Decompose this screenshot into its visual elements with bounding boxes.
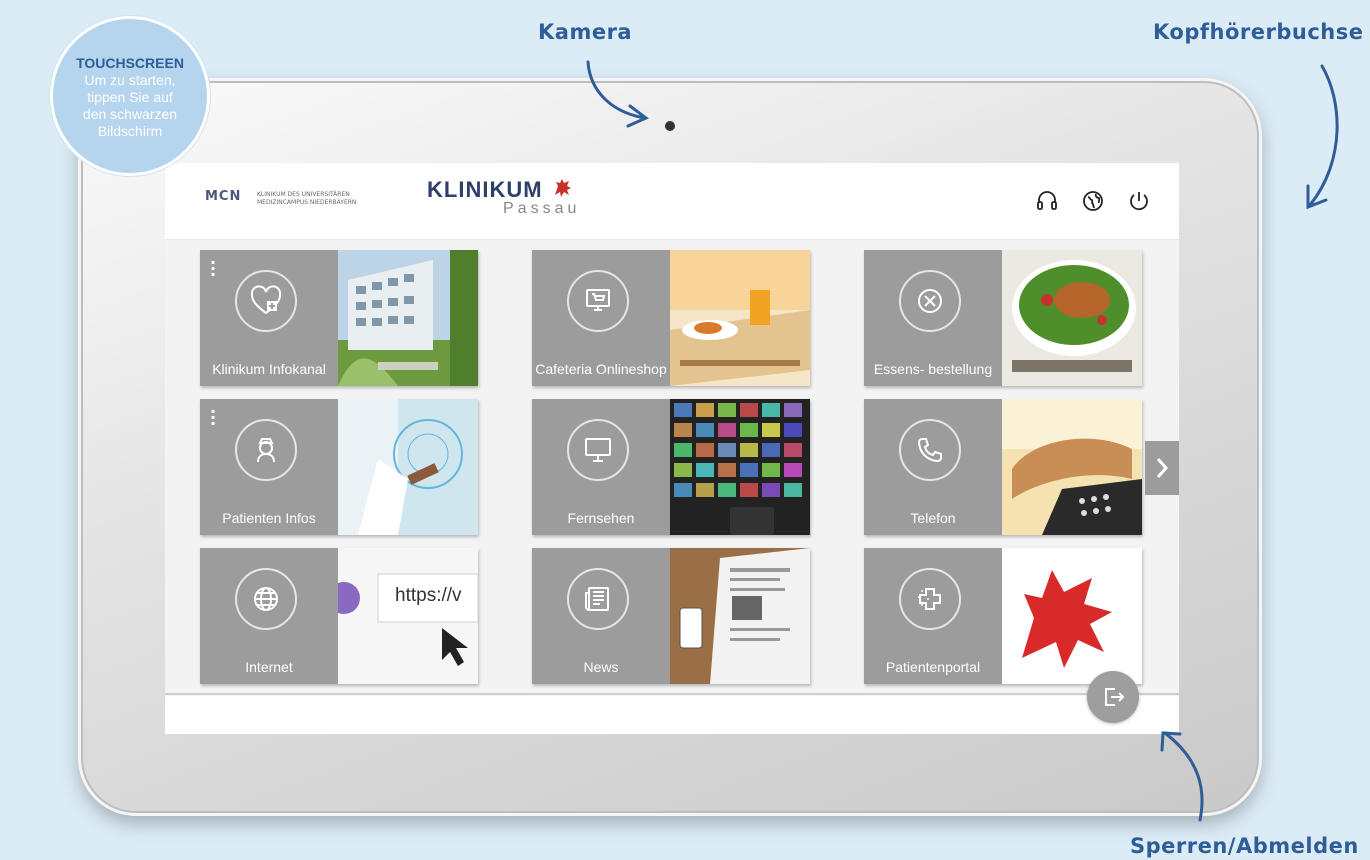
globe-icon[interactable] [1081,189,1105,213]
tile-label: Telefon [910,510,956,526]
mcn-logo-text: KLINIKUM DES UNIVERSITÄREN MEDIZINCAMPUS… [257,191,357,206]
touchscreen-hint-text: Um zu starten, tippen Sie auf den schwar… [82,72,178,139]
tile-fernsehen[interactable]: Fernsehen [532,399,810,535]
chevron-right-icon [1156,458,1169,478]
heart-plus-icon [235,270,297,332]
lion-crest-image [1002,548,1142,684]
touchscreen-hint-bubble: TOUCHSCREEN Um zu starten, tippen Sie au… [50,16,210,176]
tile-menu-icon[interactable]: · · · [210,404,216,432]
newspaper-icon [567,568,629,630]
hospital-building-image [338,250,478,386]
logout-icon [1105,688,1125,706]
salad-image [1002,250,1142,386]
klinikum-passau-logo: KLINIKUM Passau [427,177,580,218]
doctor-digital-image [338,399,478,535]
tile-internet[interactable]: Internet https://v [200,548,478,684]
medical-cross-icon [899,568,961,630]
headphone-jack-callout-label: Kopfhörerbuchse [1153,20,1364,44]
tile-telefon[interactable]: Telefon [864,399,1142,535]
tile-label: Cafeteria Onlineshop [535,361,667,377]
globe-icon [235,568,297,630]
tile-label: News [583,659,619,675]
bottom-divider [165,693,1179,695]
lock-logout-callout-label: Sperren/Abmelden [1130,834,1359,858]
tile-menu-icon[interactable]: · · · [210,255,216,283]
tile-label: Patientenportal [885,659,981,675]
tile-news[interactable]: News [532,548,810,684]
next-page-button[interactable] [1145,441,1179,495]
tablet-screen: MCN KLINIKUM DES UNIVERSITÄREN MEDIZINCA… [165,163,1179,734]
phone-icon [899,419,961,481]
tile-patientenportal[interactable]: Patientenportal [864,548,1142,684]
headphones-icon[interactable] [1035,189,1059,213]
breakfast-image [670,250,810,386]
tile-label: Klinikum Infokanal [212,361,326,377]
top-icon-bar [1035,189,1151,213]
top-bar: MCN KLINIKUM DES UNIVERSITÄREN MEDIZINCA… [165,163,1179,240]
tile-label: Patienten Infos [222,510,316,526]
cart-screen-icon [567,270,629,332]
tile-essensbestellung[interactable]: Essens- bestellung [864,250,1142,386]
browser-url-image: https://v [338,548,478,684]
camera-lens [665,121,675,131]
tv-channels-image [670,399,810,535]
power-icon[interactable] [1127,189,1151,213]
logout-button[interactable] [1087,671,1139,723]
monitor-icon [567,419,629,481]
tile-label: Internet [245,659,293,675]
fork-knife-icon [899,270,961,332]
mcn-mark: MCN [205,189,242,204]
tile-patienten-infos[interactable]: · · · Patienten Infos [200,399,478,535]
logo-subtitle: Passau [503,200,581,217]
touchscreen-hint-title: TOUCHSCREEN [76,55,184,71]
nurse-icon [235,419,297,481]
camera-callout-label: Kamera [538,20,633,44]
bottom-bar [165,696,1179,734]
newspaper-image [670,548,810,684]
tile-cafeteria-onlineshop[interactable]: Cafeteria Onlineshop [532,250,810,386]
tile-label: Essens- bestellung [873,361,993,377]
tile-label: Fernsehen [567,510,635,526]
url-text: https://v [395,585,462,606]
mcn-logo: MCN KLINIKUM DES UNIVERSITÄREN MEDIZINCA… [205,189,356,206]
logo-word: KLINIKUM [427,177,543,202]
telephone-image [1002,399,1142,535]
tile-klinikum-infokanal[interactable]: · · · Klinikum Infokanal [200,250,478,386]
